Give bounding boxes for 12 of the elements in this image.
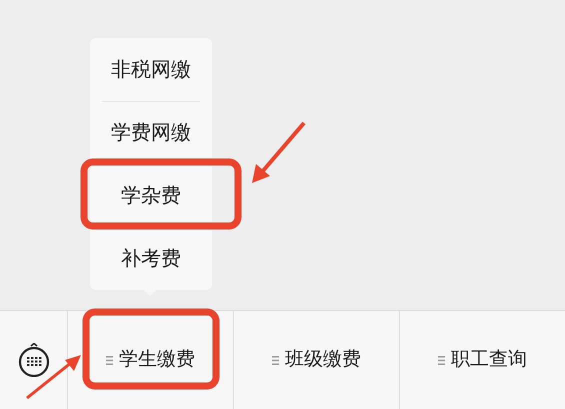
annotation-arrow [26, 355, 81, 400]
annotation-arrow [252, 122, 306, 183]
menu-item[interactable]: 补考费 [121, 244, 181, 274]
menu-lines-icon [438, 356, 445, 364]
menu-lines-icon [272, 356, 279, 364]
menu-item[interactable]: 学杂费 [121, 181, 181, 211]
menu-item[interactable]: 学费网缴 [111, 118, 191, 148]
menu-tab[interactable]: 班级缴费 [272, 346, 361, 374]
menu-tab[interactable]: 学生缴费 [106, 346, 195, 374]
menu-lines-icon [106, 356, 113, 364]
menu-tab[interactable]: 职工查询 [438, 346, 527, 374]
menu-item[interactable]: 非税网缴 [111, 54, 191, 84]
